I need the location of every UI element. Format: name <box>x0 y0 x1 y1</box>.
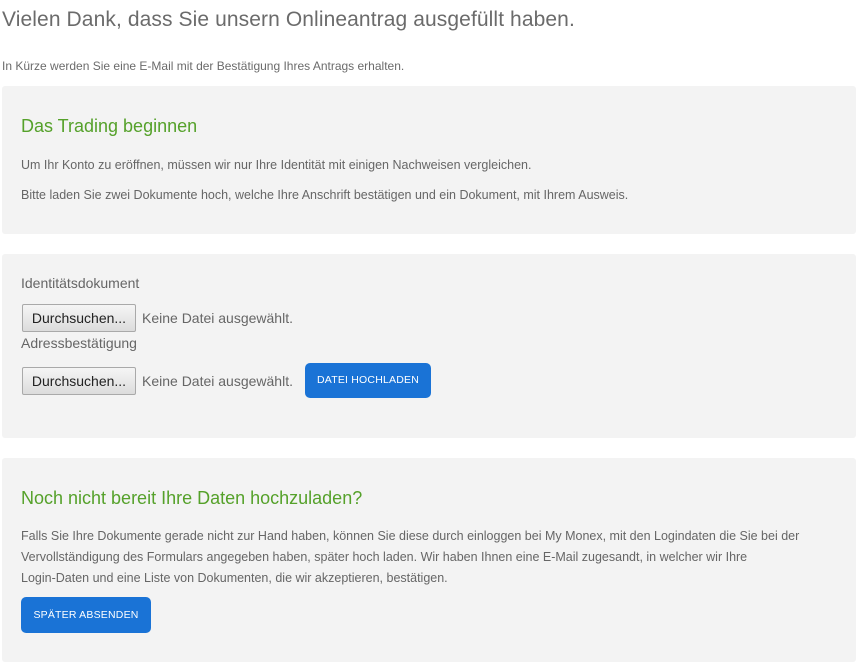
upload-file-button[interactable]: DATEI HOCHLADEN <box>305 363 431 398</box>
address-file-status: Keine Datei ausgewählt. <box>142 373 293 389</box>
document-upload-panel: Identitätsdokument Durchsuchen... Keine … <box>2 254 856 438</box>
not-ready-text-line-1: Falls Sie Ihre Dokumente gerade nicht zu… <box>21 529 800 543</box>
not-ready-text-line-2: Vervollständigung des Formulars angegebe… <box>21 550 748 564</box>
not-ready-panel: Noch nicht bereit Ihre Daten hochzuladen… <box>2 458 856 662</box>
page-title: Vielen Dank, dass Sie unsern Onlineantra… <box>2 8 575 31</box>
confirmation-subtitle: In Kürze werden Sie eine E-Mail mit der … <box>2 59 405 73</box>
not-ready-text-line-3: Login-Daten und eine Liste von Dokumente… <box>21 571 448 585</box>
identity-browse-button[interactable]: Durchsuchen... <box>22 304 136 332</box>
identity-document-label: Identitätsdokument <box>21 275 140 291</box>
trading-heading: Das Trading beginnen <box>21 116 198 136</box>
submit-later-button[interactable]: SPÄTER ABSENDEN <box>21 597 151 633</box>
address-proof-label: Adressbestätigung <box>21 335 137 351</box>
identity-file-status: Keine Datei ausgewählt. <box>142 310 293 326</box>
trading-start-panel: Das Trading beginnen Um Ihr Konto zu erö… <box>2 86 856 234</box>
trading-instructions-text: Bitte laden Sie zwei Dokumente hoch, wel… <box>21 188 629 202</box>
not-ready-heading: Noch nicht bereit Ihre Daten hochzuladen… <box>21 488 363 508</box>
address-browse-button[interactable]: Durchsuchen... <box>22 367 136 395</box>
trading-intro-text: Um Ihr Konto zu eröffnen, müssen wir nur… <box>21 158 532 172</box>
